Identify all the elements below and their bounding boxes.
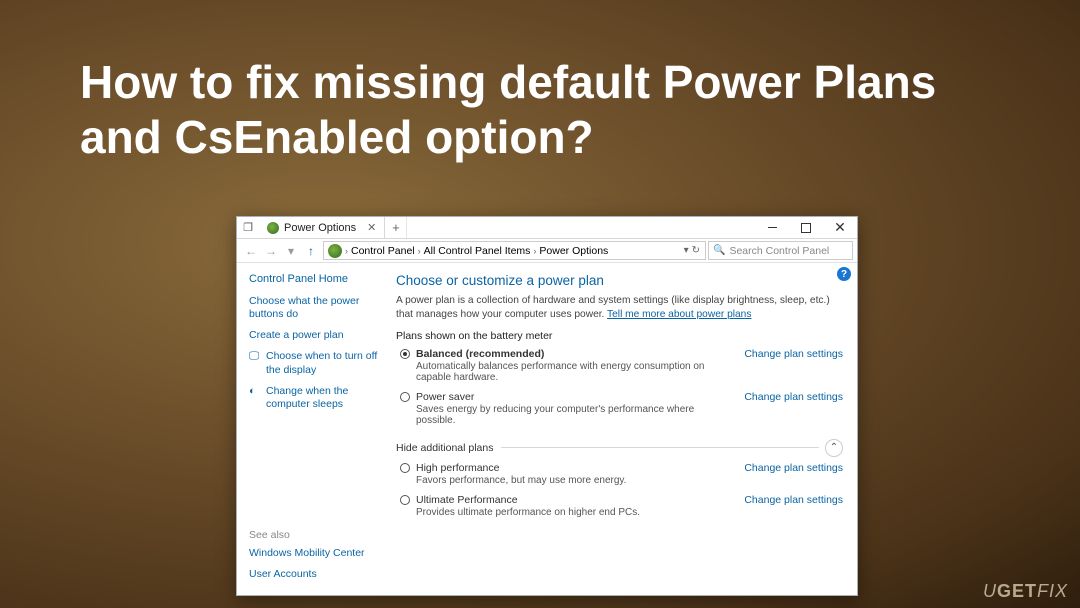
section-description: A power plan is a collection of hardware… <box>396 294 843 322</box>
search-icon: 🔍 <box>713 245 725 256</box>
main-content: ? Choose or customize a power plan A pow… <box>392 263 857 595</box>
moon-icon: ◐ <box>249 385 261 411</box>
minimize-button[interactable] <box>755 217 789 238</box>
maximize-button[interactable] <box>789 217 823 238</box>
breadcrumb[interactable]: › Control Panel › All Control Panel Item… <box>323 241 706 260</box>
radio-high-performance[interactable] <box>400 463 410 473</box>
chevron-right-icon: › <box>533 246 536 256</box>
radio-power-saver[interactable] <box>400 392 410 402</box>
window-caption-buttons: ✕ <box>755 217 857 238</box>
control-panel-icon <box>328 244 342 258</box>
chevron-right-icon: › <box>418 246 421 256</box>
forward-button[interactable]: → <box>261 241 281 261</box>
new-tab-button[interactable]: + <box>385 217 407 238</box>
power-options-icon <box>267 222 279 234</box>
chevron-right-icon: › <box>345 246 348 256</box>
plan-desc: Favors performance, but may use more ene… <box>416 475 736 486</box>
change-plan-settings-link[interactable]: Change plan settings <box>744 391 843 403</box>
see-also-accounts[interactable]: User Accounts <box>249 568 384 581</box>
plan-name: Power saver <box>416 391 736 403</box>
tab-title: Power Options <box>284 222 356 234</box>
plan-name: Ultimate Performance <box>416 494 736 506</box>
sidebar-link-sleep[interactable]: ◐Change when the computer sleeps <box>249 385 384 411</box>
change-plan-settings-link[interactable]: Change plan settings <box>744 462 843 474</box>
titlebar: ❐ Power Options ✕ + ✕ <box>237 217 857 239</box>
history-dropdown[interactable]: ▾ <box>281 241 301 261</box>
see-also-mobility[interactable]: Windows Mobility Center <box>249 547 384 560</box>
up-button[interactable]: ↑ <box>301 241 321 261</box>
plan-desc: Provides ultimate performance on higher … <box>416 507 736 518</box>
plan-ultimate-performance[interactable]: Ultimate Performance Provides ultimate p… <box>396 493 843 525</box>
plan-name: Balanced (recommended) <box>416 348 736 360</box>
sidebar-link-turn-off-display[interactable]: 🖵Choose when to turn off the display <box>249 350 384 376</box>
sidebar-link-create-plan[interactable]: Create a power plan <box>249 329 384 342</box>
plan-balanced[interactable]: Balanced (recommended) Automatically bal… <box>396 347 843 390</box>
battery-plans-header: Plans shown on the battery meter <box>396 330 843 342</box>
sidebar: Control Panel Home Choose what the power… <box>237 263 392 595</box>
radio-ultimate-performance[interactable] <box>400 495 410 505</box>
change-plan-settings-link[interactable]: Change plan settings <box>744 348 843 360</box>
plan-desc: Saves energy by reducing your computer's… <box>416 404 736 426</box>
help-icon[interactable]: ? <box>837 267 851 281</box>
breadcrumb-item[interactable]: All Control Panel Items <box>422 245 533 257</box>
search-placeholder: Search Control Panel <box>729 245 829 257</box>
breadcrumb-item[interactable]: Control Panel <box>349 245 417 257</box>
display-icon: 🖵 <box>249 350 261 376</box>
dropdown-icon[interactable]: ▾ <box>684 245 689 256</box>
refresh-icon[interactable]: ↻ <box>692 245 700 256</box>
close-window-button[interactable]: ✕ <box>823 217 857 238</box>
see-also-label: See also <box>249 529 384 541</box>
learn-more-link[interactable]: Tell me more about power plans <box>607 309 751 320</box>
power-options-window: ❐ Power Options ✕ + ✕ ← → ▾ ↑ › Control … <box>236 216 858 596</box>
sidebar-link-power-buttons[interactable]: Choose what the power buttons do <box>249 295 384 321</box>
plan-desc: Automatically balances performance with … <box>416 361 736 383</box>
close-tab-icon[interactable]: ✕ <box>367 221 376 234</box>
divider-line <box>501 447 819 448</box>
plan-name: High performance <box>416 462 736 474</box>
back-button[interactable]: ← <box>241 241 261 261</box>
address-bar-row: ← → ▾ ↑ › Control Panel › All Control Pa… <box>237 239 857 263</box>
breadcrumb-item[interactable]: Power Options <box>537 245 610 257</box>
watermark: UGETFIX <box>983 581 1068 602</box>
search-input[interactable]: 🔍 Search Control Panel <box>708 241 853 260</box>
control-panel-home-link[interactable]: Control Panel Home <box>249 273 384 285</box>
chevron-up-icon[interactable]: ⌃ <box>825 439 843 457</box>
page-headline: How to fix missing default Power Plans a… <box>0 0 1080 185</box>
active-tab[interactable]: Power Options ✕ <box>259 217 385 238</box>
radio-balanced[interactable] <box>400 349 410 359</box>
section-title: Choose or customize a power plan <box>396 273 843 288</box>
multitask-icon[interactable]: ❐ <box>237 217 259 238</box>
change-plan-settings-link[interactable]: Change plan settings <box>744 494 843 506</box>
hide-additional-label: Hide additional plans <box>396 442 493 454</box>
plan-high-performance[interactable]: High performance Favors performance, but… <box>396 461 843 493</box>
hide-additional-toggle[interactable]: Hide additional plans ⌃ <box>396 439 843 457</box>
plan-power-saver[interactable]: Power saver Saves energy by reducing you… <box>396 390 843 433</box>
